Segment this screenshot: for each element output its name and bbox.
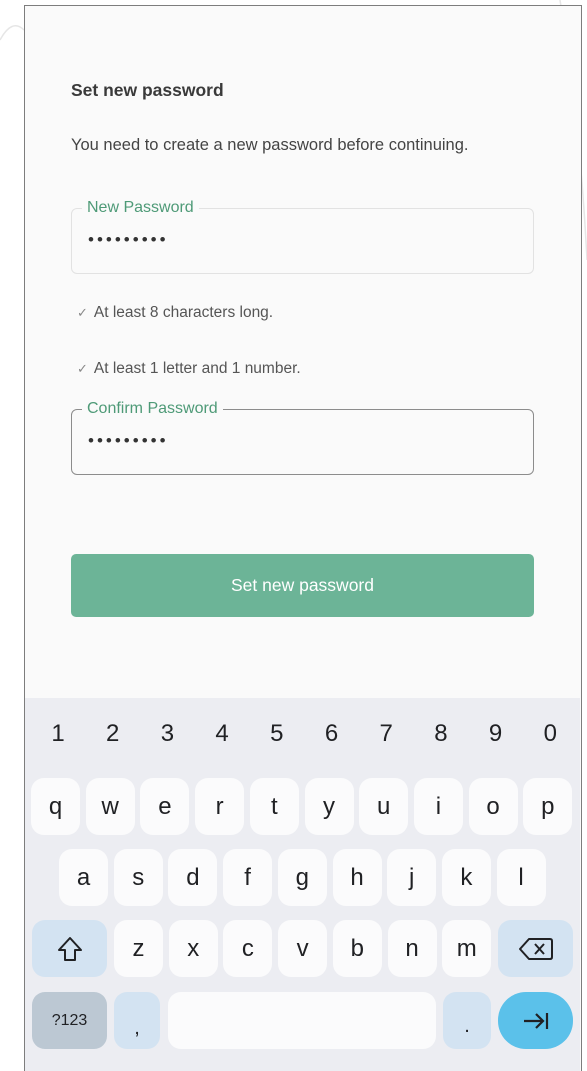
enter-key[interactable] — [498, 992, 573, 1049]
shift-arrow-icon — [57, 936, 82, 961]
key-b[interactable]: b — [332, 920, 382, 977]
key-v[interactable]: v — [278, 920, 328, 977]
key-u[interactable]: u — [359, 778, 409, 835]
on-screen-keyboard: 1234567890 qwertyuiop asdfghjkl zxcvbnm … — [25, 698, 580, 1071]
period-key-label: . — [464, 1015, 470, 1037]
key-k[interactable]: k — [441, 849, 491, 906]
key-d[interactable]: d — [168, 849, 218, 906]
key-9[interactable]: 9 — [471, 714, 521, 754]
key-h[interactable]: h — [332, 849, 382, 906]
key-o[interactable]: o — [468, 778, 518, 835]
key-7[interactable]: 7 — [361, 714, 411, 754]
key-z[interactable]: z — [114, 920, 163, 977]
key-m[interactable]: m — [442, 920, 492, 977]
new-password-field[interactable]: New Password ••••••••• — [71, 198, 534, 274]
confirm-password-label: Confirm Password — [82, 399, 223, 419]
key-f[interactable]: f — [223, 849, 273, 906]
key-l[interactable]: l — [496, 849, 546, 906]
key-a[interactable]: a — [59, 849, 108, 906]
key-6[interactable]: 6 — [307, 714, 357, 754]
key-2[interactable]: 2 — [88, 714, 138, 754]
requirement-letter-number: ✓ At least 1 letter and 1 number. — [77, 360, 301, 378]
comma-key-label: , — [134, 1017, 140, 1039]
key-i[interactable]: i — [413, 778, 463, 835]
tab-arrow-icon — [523, 1012, 548, 1029]
requirement-length: ✓ At least 8 characters long. — [77, 304, 273, 322]
shift-key[interactable] — [32, 920, 107, 977]
key-8[interactable]: 8 — [416, 714, 466, 754]
phone-screen: Set new password You need to create a ne… — [24, 5, 582, 1071]
new-password-value[interactable]: ••••••••• — [88, 230, 169, 250]
key-w[interactable]: w — [85, 778, 135, 835]
space-key[interactable] — [168, 992, 436, 1049]
key-q[interactable]: q — [31, 778, 80, 835]
requirement-letter-number-text: At least 1 letter and 1 number. — [93, 360, 301, 377]
key-t[interactable]: t — [249, 778, 299, 835]
backspace-key[interactable] — [498, 920, 573, 977]
key-y[interactable]: y — [304, 778, 354, 835]
comma-key[interactable]: , — [114, 992, 160, 1049]
key-x[interactable]: x — [168, 920, 218, 977]
key-e[interactable]: e — [140, 778, 190, 835]
set-new-password-button[interactable]: Set new password — [71, 554, 534, 617]
key-c[interactable]: c — [223, 920, 273, 977]
key-4[interactable]: 4 — [197, 714, 247, 754]
requirement-length-text: At least 8 characters long. — [93, 304, 274, 321]
period-key[interactable]: . — [443, 992, 491, 1049]
key-p[interactable]: p — [523, 778, 573, 835]
key-1[interactable]: 1 — [33, 714, 83, 754]
page-title: Set new password — [71, 80, 224, 100]
confirm-password-value[interactable]: ••••••••• — [88, 431, 169, 451]
key-3[interactable]: 3 — [142, 714, 192, 754]
page-description: You need to create a new password before… — [71, 136, 469, 154]
key-j[interactable]: j — [387, 849, 437, 906]
key-0[interactable]: 0 — [525, 714, 575, 754]
key-s[interactable]: s — [113, 849, 163, 906]
key-5[interactable]: 5 — [252, 714, 302, 754]
key-r[interactable]: r — [195, 778, 245, 835]
key-g[interactable]: g — [277, 849, 327, 906]
key-n[interactable]: n — [387, 920, 437, 977]
check-icon: ✓ — [77, 361, 88, 376]
confirm-password-field[interactable]: Confirm Password ••••••••• — [71, 399, 534, 475]
symbols-key[interactable]: ?123 — [32, 992, 107, 1049]
check-icon: ✓ — [77, 305, 88, 320]
new-password-label: New Password — [82, 198, 199, 218]
backspace-icon — [518, 937, 553, 960]
